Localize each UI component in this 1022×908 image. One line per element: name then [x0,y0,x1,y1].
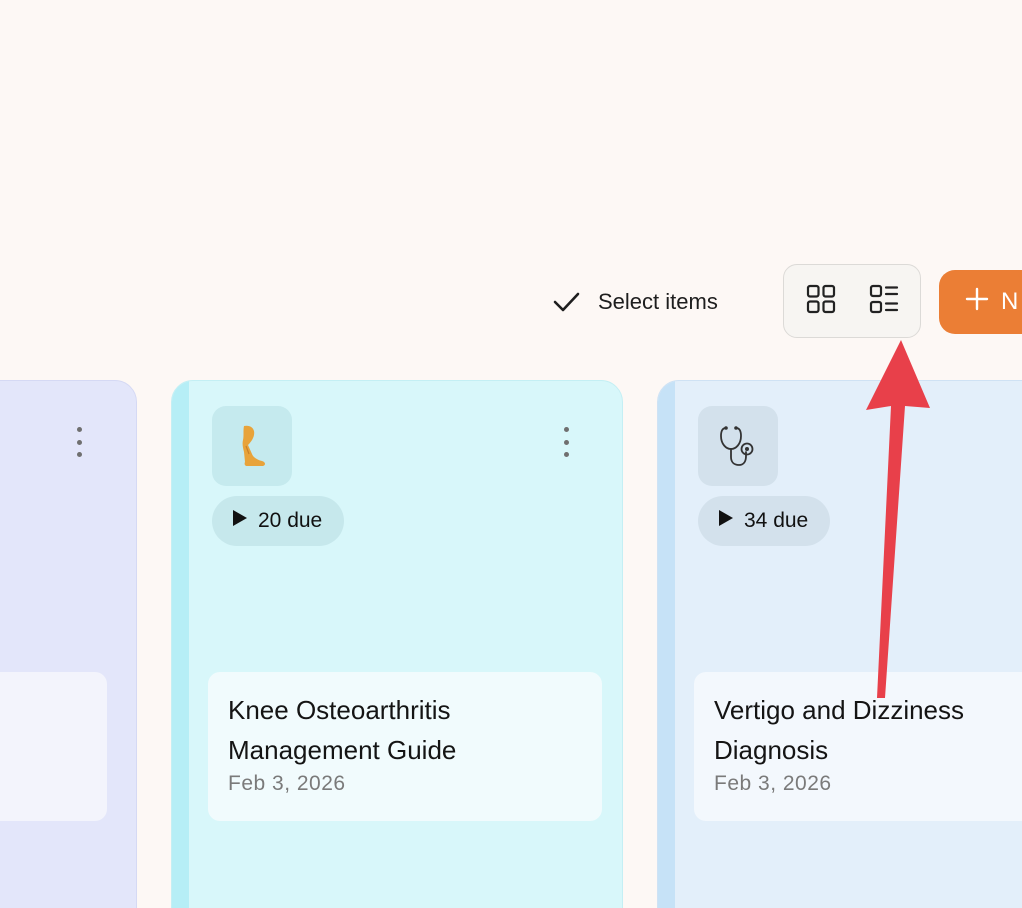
play-icon [232,509,248,533]
grid-icon [806,284,836,319]
due-count: 20 due [258,509,323,532]
select-items-button[interactable]: Select items [552,282,718,322]
due-badge[interactable]: 20 due [212,496,345,546]
card-title-line: Diagnosis [714,735,829,765]
select-items-label: Select items [598,289,718,314]
new-button-label: N [1001,288,1019,315]
grid-view-button[interactable] [793,275,849,327]
list-icon [869,284,899,319]
card-info [0,672,107,821]
checkmark-icon [552,288,580,316]
more-options-icon[interactable] [556,427,576,457]
card-title: Knee Osteoarthritis Management Guide [228,690,582,770]
play-icon [718,509,734,533]
card-info: Knee Osteoarthritis Management Guide Feb… [208,672,602,821]
plus-icon [965,287,989,318]
card-title: Vertigo and Dizziness Diagnosis [714,690,1022,770]
card-date: Feb 3, 2026 [228,772,346,795]
card-title-line: Knee Osteoarthritis [228,695,451,725]
due-count: 34 due [744,509,809,532]
card-color-stripe [658,381,675,908]
deck-card[interactable] [0,380,137,908]
new-button[interactable]: N [939,270,1022,334]
view-mode-toggle [783,264,921,338]
deck-card[interactable]: 20 due Knee Osteoarthritis Management Gu… [171,380,623,908]
card-title-line: Vertigo and Dizziness [714,695,965,725]
card-info: Vertigo and Dizziness Diagnosis Feb 3, 2… [694,672,1022,821]
due-badge[interactable]: 34 due [698,496,831,546]
more-options-icon[interactable] [69,427,89,457]
card-date: Feb 3, 2026 [714,772,832,795]
stethoscope-icon [698,406,778,486]
list-view-button[interactable] [856,275,912,327]
page: Select items N 20 due Knee Osteoarthriti… [0,0,1022,908]
card-color-stripe [172,381,189,908]
deck-card[interactable]: 34 due Vertigo and Dizziness Diagnosis F… [657,380,1022,908]
leg-icon [212,406,292,486]
card-title-line: Management Guide [228,735,457,765]
